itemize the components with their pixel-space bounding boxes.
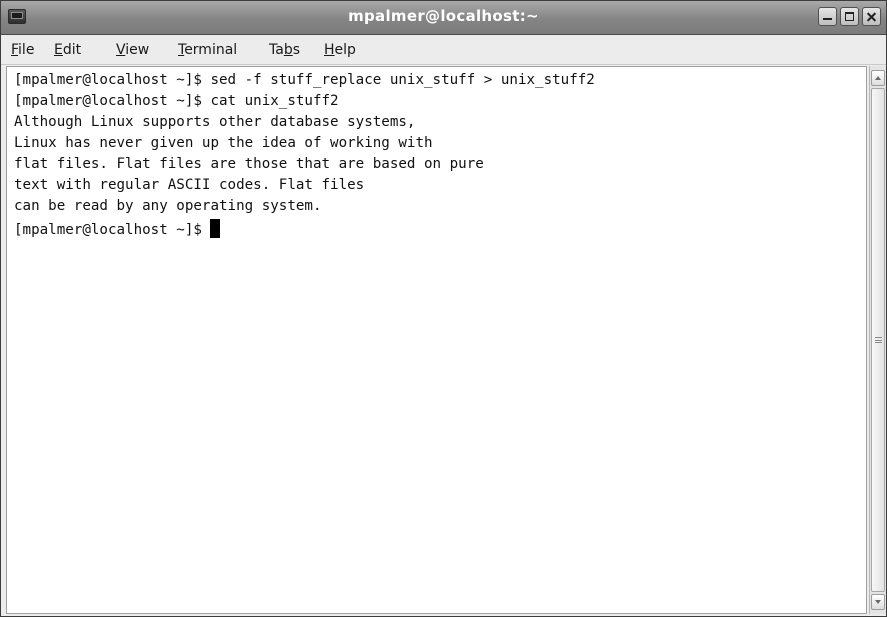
maximize-icon[interactable] <box>840 7 859 26</box>
menu-edit-mnemonic: E <box>54 42 63 58</box>
terminal-prompt-line: [mpalmer@localhost ~]$ <box>14 219 221 240</box>
menu-file-label: ile <box>18 42 35 58</box>
menu-tabs-label-end: s <box>292 42 301 58</box>
grip-icon <box>875 337 882 343</box>
terminal-window: mpalmer@localhost:~ File Edit View Termi… <box>0 0 887 617</box>
menu-view-label: iew <box>125 42 150 58</box>
menu-edit-label: dit <box>62 42 82 58</box>
title-bar[interactable]: mpalmer@localhost:~ <box>1 1 886 35</box>
menu-view[interactable]: View <box>116 42 149 58</box>
window-title: mpalmer@localhost:~ <box>348 7 539 25</box>
menu-view-mnemonic: V <box>116 42 126 58</box>
terminal-prompt: [mpalmer@localhost ~]$ <box>14 222 211 238</box>
terminal-line: [mpalmer@localhost ~]$ cat unix_stuff2 <box>14 93 339 109</box>
text-cursor <box>210 219 221 238</box>
terminal-line: Although Linux supports other database s… <box>14 114 416 130</box>
menu-edit[interactable]: Edit <box>54 42 81 58</box>
menu-bar: File Edit View Terminal Tabs Help <box>1 36 886 65</box>
menu-tabs-label-start: Ta <box>269 42 284 58</box>
menu-file-mnemonic: F <box>11 42 19 58</box>
menu-terminal[interactable]: Terminal <box>178 42 237 58</box>
menu-file[interactable]: File <box>11 42 34 58</box>
menu-help-label: elp <box>334 42 356 58</box>
menu-tabs-mnemonic: b <box>283 42 293 58</box>
menu-help-mnemonic: H <box>324 42 335 58</box>
terminal-line: text with regular ASCII codes. Flat file… <box>14 177 365 193</box>
menu-terminal-label: erminal <box>184 42 238 58</box>
arrow-up-icon[interactable] <box>871 70 885 86</box>
terminal-line: Linux has never given up the idea of wor… <box>14 135 433 151</box>
minimize-icon[interactable] <box>818 7 837 26</box>
terminal-output[interactable]: [mpalmer@localhost ~]$ sed -f stuff_repl… <box>6 66 867 614</box>
close-icon[interactable] <box>862 7 881 26</box>
vertical-scrollbar[interactable] <box>869 66 886 614</box>
menu-tabs[interactable]: Tabs <box>269 42 300 58</box>
scrollbar-thumb[interactable] <box>871 88 885 592</box>
menu-help[interactable]: Help <box>324 42 356 58</box>
arrow-down-icon[interactable] <box>871 594 885 610</box>
terminal-line: can be read by any operating system. <box>14 198 322 214</box>
terminal-line: [mpalmer@localhost ~]$ sed -f stuff_repl… <box>14 72 595 88</box>
terminal-line: flat files. Flat files are those that ar… <box>14 156 484 172</box>
